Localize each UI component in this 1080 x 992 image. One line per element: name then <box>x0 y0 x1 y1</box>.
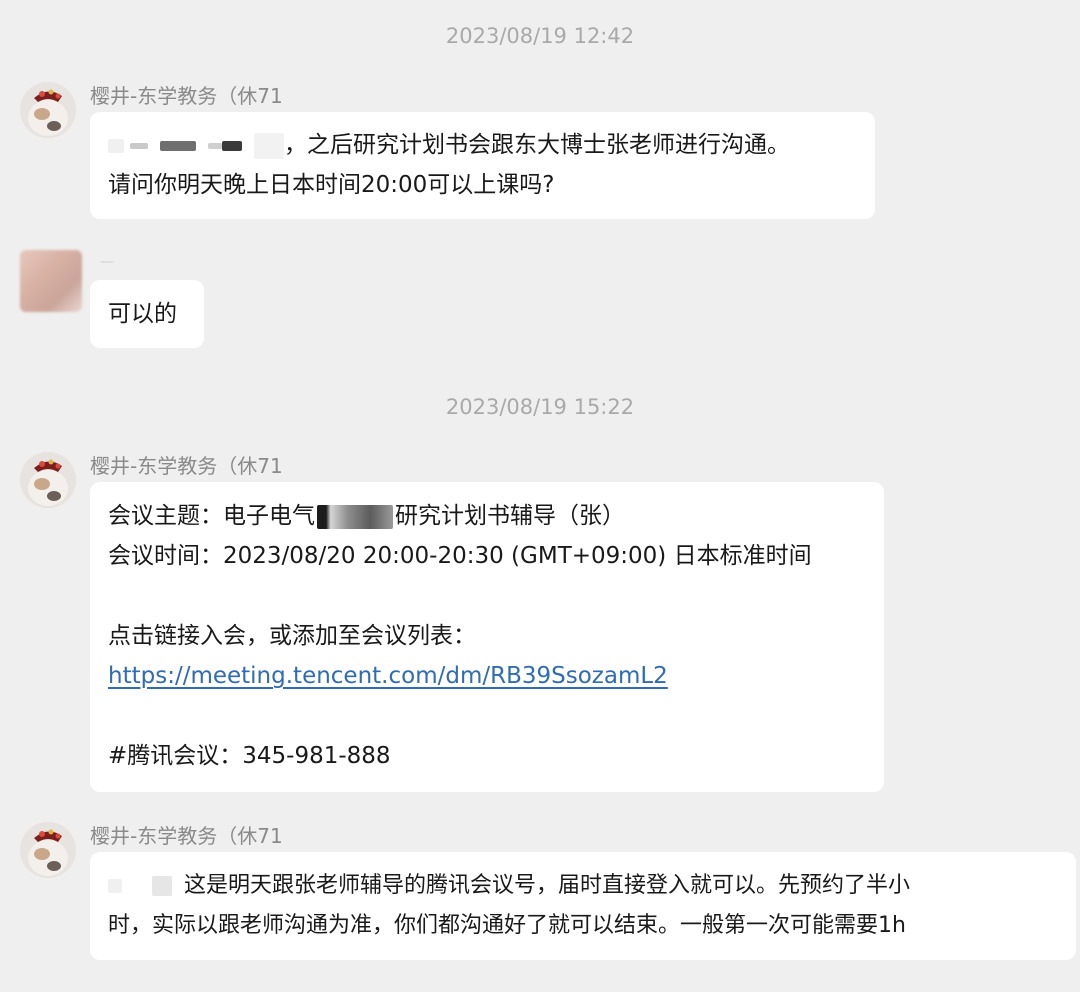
message-line: 时，实际以跟老师沟通为准，你们都沟通好了就可以结束。一般第一次可能需要1h <box>108 913 906 938</box>
meeting-time: 会议时间：2023/08/20 20:00-20:30 (GMT+09:00) … <box>108 543 812 569</box>
blurred-avatar-icon[interactable] <box>20 250 82 312</box>
cat-avatar-icon[interactable] <box>20 452 76 508</box>
redacted-text <box>108 879 122 893</box>
redacted-text <box>152 876 172 896</box>
timestamp: 2023/08/19 15:22 <box>445 395 635 419</box>
cat-avatar-icon[interactable] <box>20 82 76 138</box>
redacted-text <box>254 132 284 159</box>
redacted-text <box>317 504 393 529</box>
message-bubble[interactable]: ，之后研究计划书会跟东大博士张老师进行沟通。 请问你明天晚上日本时间20:00可… <box>90 112 875 219</box>
message-line: 这是明天跟张老师辅导的腾讯会议号，届时直接登入就可以。先预约了半小 <box>108 866 1076 906</box>
redacted-text <box>160 140 196 151</box>
meeting-link[interactable]: https://meeting.tencent.com/dm/RB39Ssoza… <box>108 663 668 689</box>
message-line: 请问你明天晚上日本时间20:00可以上课吗? <box>108 172 555 198</box>
message-line: ，之后研究计划书会跟东大博士张老师进行沟通。 <box>108 125 875 165</box>
redacted-text <box>208 142 222 149</box>
message-text: 可以的 <box>108 301 177 327</box>
meeting-topic: 会议主题：电子电气 研究计划书辅导（张） <box>108 503 625 529</box>
sender-name: 樱井-东学教务（休71 <box>90 84 283 108</box>
redacted-text <box>130 142 148 149</box>
sender-name: 樱井-东学教务（休71 <box>90 824 283 848</box>
timestamp: 2023/08/19 12:42 <box>445 24 635 48</box>
message-text: 这是明天跟张老师辅导的腾讯会议号，届时直接登入就可以。先预约了半小 <box>184 873 911 898</box>
redacted-text <box>222 140 242 151</box>
message-bubble[interactable]: 这是明天跟张老师辅导的腾讯会议号，届时直接登入就可以。先预约了半小 时，实际以跟… <box>90 852 1076 960</box>
sender-name: — <box>100 254 114 270</box>
meeting-invite-bubble[interactable]: 会议主题：电子电气 研究计划书辅导（张） 会议时间：2023/08/20 20:0… <box>90 482 884 792</box>
message-text: ，之后研究计划书会跟东大博士张老师进行沟通。 <box>284 132 790 158</box>
redacted-text <box>108 138 124 153</box>
message-bubble[interactable]: 可以的 <box>90 280 204 348</box>
cat-avatar-icon[interactable] <box>20 822 76 878</box>
join-hint: 点击链接入会，或添加至会议列表： <box>108 623 476 649</box>
sender-name: 樱井-东学教务（休71 <box>90 454 283 478</box>
meeting-id: #腾讯会议：345-981-888 <box>108 743 391 769</box>
